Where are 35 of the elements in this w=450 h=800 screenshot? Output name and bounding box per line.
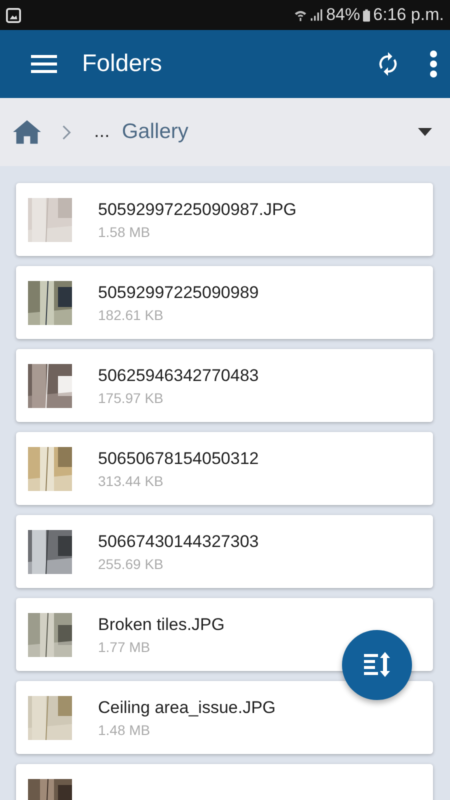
image-icon [6,8,21,22]
screen-title: Folders [82,50,164,78]
file-name: 50592997225090989 [98,282,259,302]
file-card[interactable]: 50625946342770483 175.97 KB [16,349,433,422]
file-card[interactable]: 50592997225090989 182.61 KB [16,266,433,339]
file-size: 313.44 KB [98,472,164,488]
home-icon[interactable] [12,119,42,145]
file-size: 182.61 KB [98,306,164,322]
file-card[interactable]: 50592997225090987.JPG 1.58 MB [16,183,433,256]
file-name: Ceiling area_issue.JPG [98,698,276,718]
menu-icon[interactable] [31,54,57,74]
breadcrumb-ellipsis[interactable]: ... [94,121,110,143]
chevron-right-icon [62,124,71,140]
signal-icon [310,8,324,22]
file-card[interactable]: Broken tiles.JPG 1.77 MB [16,598,433,671]
battery-percent: 84% [326,5,360,25]
more-icon[interactable] [429,50,438,78]
file-name: 50625946342770483 [98,366,259,386]
file-name: 50667430144327303 [98,532,259,552]
file-card[interactable]: 50650678154050312 313.44 KB [16,432,433,505]
file-name: Broken tiles.JPG [98,614,225,634]
battery-icon [363,8,370,22]
file-size: 175.97 KB [98,390,164,406]
dropdown-icon[interactable] [418,128,432,136]
file-size: 1.58 MB [98,224,152,240]
file-card[interactable]: 50667430144327303 255.69 KB [16,515,433,588]
file-name: 50592997225090987.JPG [98,200,297,220]
file-size: 255.69 KB [98,556,164,572]
clock: 6:16 p.m. [373,5,444,25]
file-name: 50650678154050312 [98,448,259,468]
breadcrumb-current[interactable]: Gallery [122,120,418,144]
file-card[interactable]: Ceiling area_issue.JPG 1.48 MB [16,681,433,754]
file-size: 1.48 MB [98,722,152,738]
file-size: 1.77 MB [98,638,152,654]
wifi-icon [294,8,308,22]
